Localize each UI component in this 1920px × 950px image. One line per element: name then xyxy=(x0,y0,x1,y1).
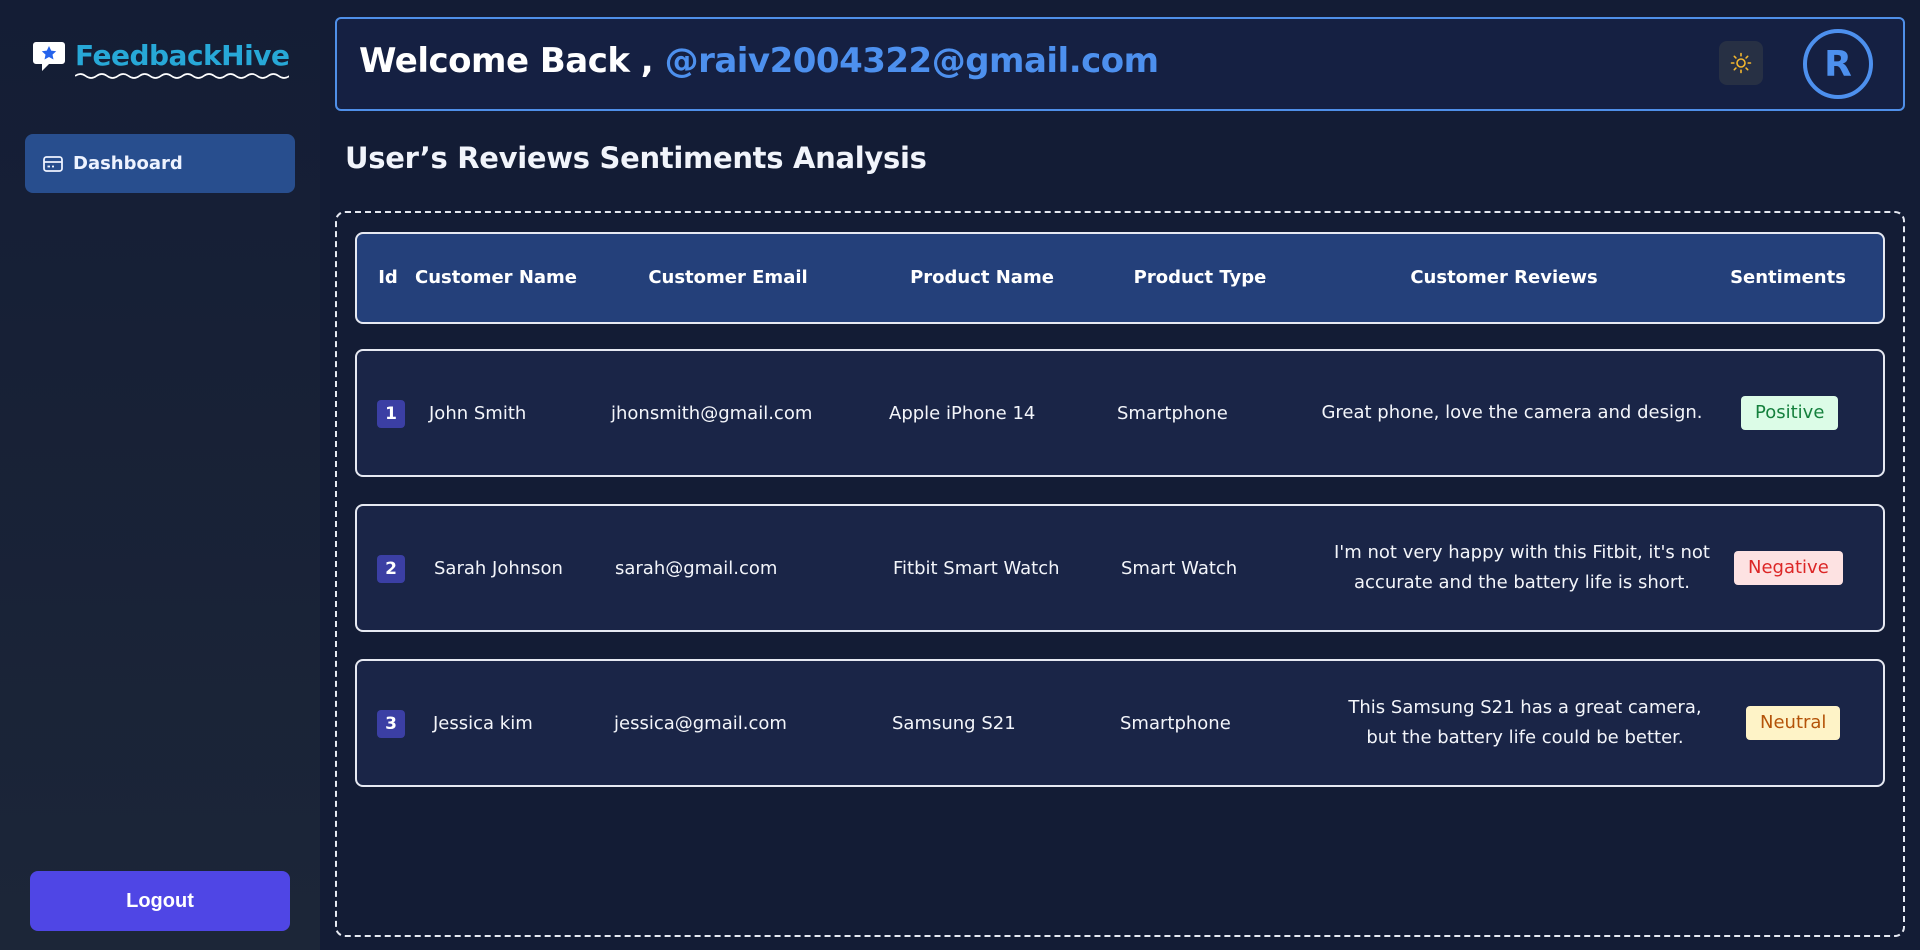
brand-logo[interactable]: FeedbackHive xyxy=(31,36,290,79)
logout-button[interactable]: Logout xyxy=(30,871,290,931)
sentiment-badge: Negative xyxy=(1734,551,1843,585)
customer-email: jessica@gmail.com xyxy=(614,712,787,734)
chat-star-icon xyxy=(33,42,65,71)
brand-name: FeedbackHive xyxy=(75,39,290,79)
table-header: Id Customer Name Customer Email Product … xyxy=(355,232,1885,324)
sentiment-badge: Positive xyxy=(1741,396,1839,430)
column-header-reviews: Customer Reviews xyxy=(1410,267,1598,288)
header: Welcome Back , @raiv2004322@gmail.com R xyxy=(335,17,1905,111)
sidebar-item-label: Dashboard xyxy=(73,153,183,174)
sun-icon xyxy=(1730,52,1752,74)
table-row[interactable]: 1 John Smith jhonsmith@gmail.com Apple i… xyxy=(355,349,1885,477)
row-id-badge: 1 xyxy=(377,400,405,428)
theme-toggle-button[interactable] xyxy=(1719,41,1763,85)
sidebar: FeedbackHive Dashboard Logout xyxy=(0,0,320,950)
user-email: @raiv2004322@gmail.com xyxy=(664,41,1160,81)
product-type: Smart Watch xyxy=(1121,557,1238,579)
product-type: Smartphone xyxy=(1120,712,1231,734)
column-header-email: Customer Email xyxy=(648,267,808,288)
row-id-badge: 2 xyxy=(377,555,405,583)
product-name: Fitbit Smart Watch xyxy=(893,557,1060,579)
column-header-type: Product Type xyxy=(1133,267,1267,288)
product-name: Samsung S21 xyxy=(892,712,1016,734)
reviews-table: Id Customer Name Customer Email Product … xyxy=(335,211,1905,937)
sentiment-badge: Neutral xyxy=(1746,706,1841,740)
brand-underline xyxy=(75,73,290,79)
customer-review: This Samsung S21 has a great camera, but… xyxy=(1348,697,1702,748)
customer-name: Jessica kim xyxy=(433,712,533,734)
sidebar-item-dashboard[interactable]: Dashboard xyxy=(25,134,295,193)
customer-name: Sarah Johnson xyxy=(434,557,563,579)
customer-review: Great phone, love the camera and design. xyxy=(1321,402,1703,423)
welcome-text: Welcome Back , xyxy=(359,41,654,81)
row-id-badge: 3 xyxy=(377,710,405,738)
app: FeedbackHive Dashboard Logout Welcome Ba… xyxy=(0,0,1920,950)
welcome-message: Welcome Back , @raiv2004322@gmail.com xyxy=(359,41,1159,81)
product-type: Smartphone xyxy=(1117,402,1228,424)
table-row[interactable]: 2 Sarah Johnson sarah@gmail.com Fitbit S… xyxy=(355,504,1885,632)
column-header-name: Customer Name xyxy=(415,267,577,288)
column-header-sentiment: Sentiments xyxy=(1730,267,1846,288)
customer-email: sarah@gmail.com xyxy=(615,557,778,579)
page-title: User’s Reviews Sentiments Analysis xyxy=(345,141,927,175)
column-header-id: Id xyxy=(378,267,398,288)
table-row[interactable]: 3 Jessica kim jessica@gmail.com Samsung … xyxy=(355,659,1885,787)
avatar[interactable]: R xyxy=(1803,29,1873,99)
product-name: Apple iPhone 14 xyxy=(889,402,1036,424)
customer-name: John Smith xyxy=(429,402,527,424)
customer-email: jhonsmith@gmail.com xyxy=(611,402,813,424)
card-icon xyxy=(43,155,63,172)
customer-review: I'm not very happy with this Fitbit, it'… xyxy=(1334,542,1710,593)
column-header-product: Product Name xyxy=(910,267,1054,288)
